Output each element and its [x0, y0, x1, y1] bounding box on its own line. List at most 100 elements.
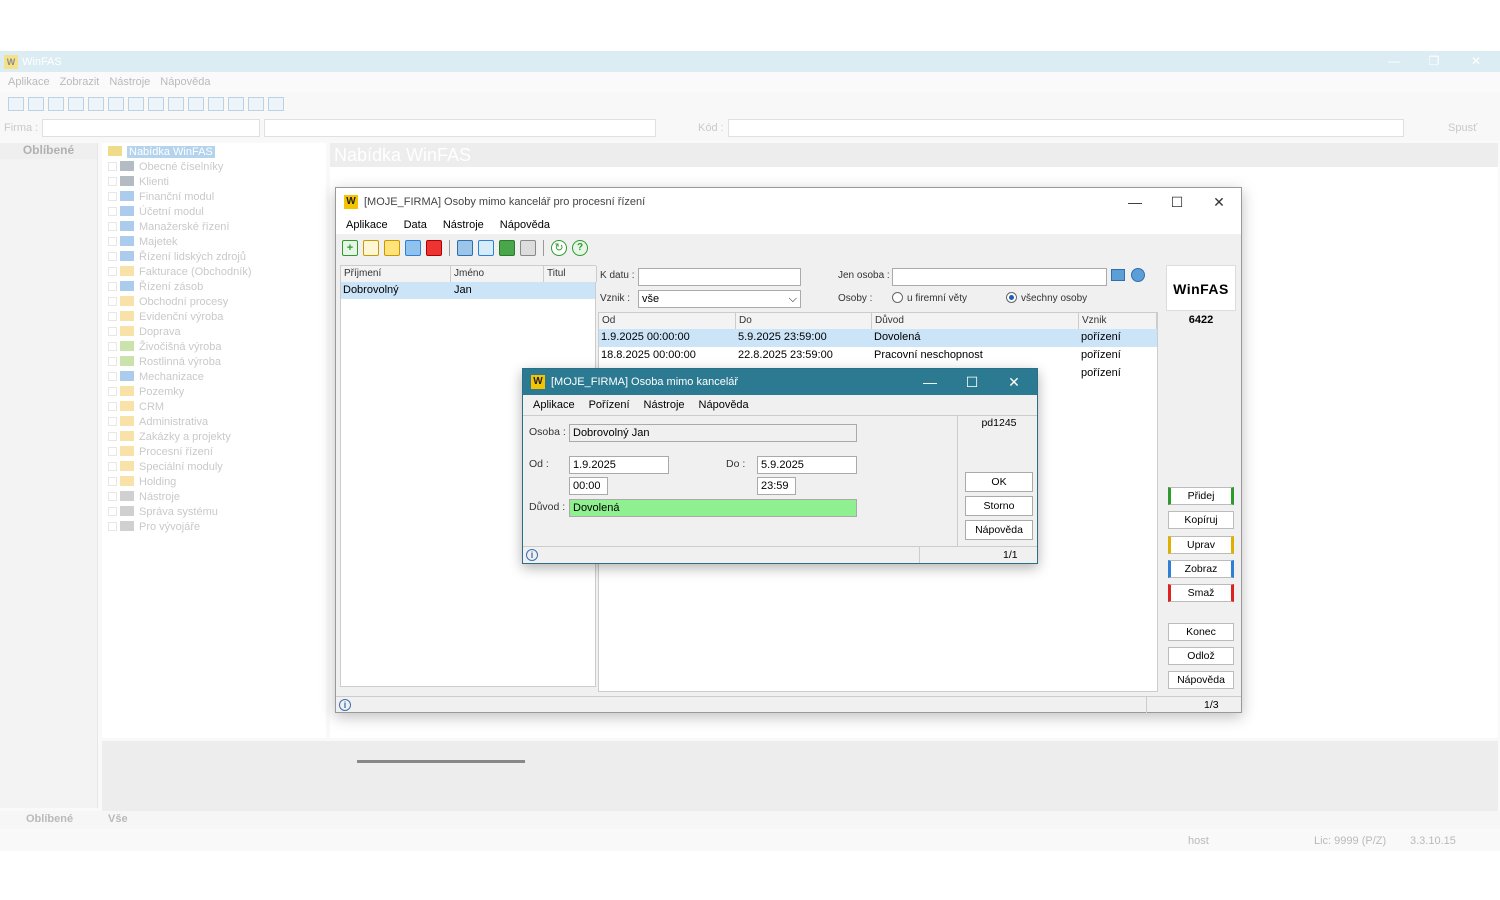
do-date-input[interactable]: 5.9.2025 — [757, 456, 857, 474]
spust-button[interactable]: Spusť — [1448, 122, 1477, 134]
list-icon[interactable] — [168, 97, 184, 111]
tree-item[interactable]: Speciální moduly — [108, 460, 223, 475]
tree-item[interactable]: Správa systému — [108, 505, 218, 520]
tree-item[interactable]: Nástroje — [108, 490, 180, 505]
napoveda-button[interactable]: Nápověda — [965, 520, 1033, 540]
chevron-down-icon[interactable]: ⌵ — [789, 291, 797, 307]
refresh-icon[interactable]: ↻ — [551, 240, 567, 256]
maximize-icon[interactable]: ☐ — [1156, 188, 1198, 216]
konec-button[interactable]: Konec — [1168, 623, 1234, 641]
person-icon[interactable] — [1131, 268, 1145, 282]
column-header-vznik[interactable]: Vznik — [1079, 313, 1157, 329]
table-row[interactable]: Dobrovolný Jan — [341, 282, 595, 299]
delete-icon[interactable] — [426, 240, 442, 256]
restore-icon[interactable]: ❐ — [1414, 51, 1454, 72]
tree-item[interactable]: Živočišná výroba — [108, 340, 222, 355]
expand-icon[interactable] — [108, 207, 117, 216]
column-header-do[interactable]: Do — [736, 313, 872, 329]
tree-item[interactable]: Mechanizace — [108, 370, 204, 385]
view-icon[interactable] — [28, 97, 44, 111]
close-icon[interactable]: ✕ — [1198, 188, 1240, 216]
up-icon[interactable] — [128, 97, 144, 111]
vznik-select[interactable]: vše ⌵ — [638, 290, 801, 308]
minimize-icon[interactable]: — — [1114, 188, 1156, 216]
tree-item[interactable]: Procesní řízení — [108, 445, 213, 460]
minus-icon[interactable] — [208, 97, 224, 111]
tree-item[interactable]: Evidenční výroba — [108, 310, 223, 325]
tree-item[interactable]: Pro vývojáře — [108, 520, 200, 535]
kopiruj-button[interactable]: Kopíruj — [1168, 511, 1234, 529]
expand-icon[interactable] — [108, 162, 117, 171]
tree-item[interactable]: Obchodní procesy — [108, 295, 228, 310]
maximize-icon[interactable]: ☐ — [951, 369, 993, 395]
menu-napoveda[interactable]: Nápověda — [160, 76, 210, 88]
pridej-button[interactable]: Přidej — [1168, 487, 1234, 505]
minimize-icon[interactable]: — — [1374, 51, 1414, 72]
k-datu-input[interactable] — [638, 268, 801, 286]
menu-nastroje[interactable]: Nástroje — [109, 76, 150, 88]
radio-selected-icon[interactable] — [1006, 292, 1017, 303]
table-row[interactable]: 18.8.2025 00:00:00 22.8.2025 23:59:00 Pr… — [599, 347, 1157, 365]
expand-icon[interactable] — [108, 282, 117, 291]
menu-data[interactable]: Data — [404, 219, 427, 231]
osoba-field[interactable]: Dobrovolný Jan — [569, 424, 857, 442]
minimize-icon[interactable]: — — [909, 369, 951, 395]
expand-icon[interactable] — [108, 222, 117, 231]
column-header-duvod[interactable]: Důvod — [872, 313, 1079, 329]
monitor-icon[interactable] — [248, 97, 264, 111]
radio-icon[interactable] — [892, 292, 903, 303]
radio-vsechny-osoby[interactable]: všechny osoby — [1006, 292, 1087, 304]
copy-icon[interactable] — [88, 97, 104, 111]
tree-item[interactable]: Řízení zásob — [108, 280, 203, 295]
expand-icon[interactable] — [108, 267, 117, 276]
napoveda-button[interactable]: Nápověda — [1168, 671, 1234, 689]
expand-icon[interactable] — [108, 522, 117, 531]
tree-item[interactable]: Klienti — [108, 175, 169, 190]
expand-icon[interactable] — [108, 447, 117, 456]
tree-item[interactable]: Holding — [108, 475, 176, 490]
column-header-jmeno[interactable]: Jméno — [451, 266, 544, 282]
tree-item[interactable]: Obecné číselníky — [108, 160, 223, 175]
menu-zobrazit[interactable]: Zobrazit — [60, 76, 100, 88]
tree-item[interactable]: Finanční modul — [108, 190, 214, 205]
tab-vse[interactable]: Vše — [108, 813, 128, 825]
menu-nastroje[interactable]: Nástroje — [443, 219, 484, 231]
close-icon[interactable]: ✕ — [993, 369, 1035, 395]
gear-icon[interactable] — [228, 97, 244, 111]
kod-input[interactable] — [728, 119, 1404, 137]
expand-icon[interactable] — [108, 417, 117, 426]
clipboard-icon[interactable] — [520, 240, 536, 256]
jen-osoba-input[interactable] — [892, 268, 1107, 286]
folder-icon[interactable] — [1111, 269, 1125, 281]
expand-icon[interactable] — [108, 507, 117, 516]
tab-oblibene[interactable]: Oblíbené — [26, 813, 73, 825]
expand-icon[interactable] — [108, 372, 117, 381]
tree-item[interactable]: Zakázky a projekty — [108, 430, 231, 445]
info-icon[interactable]: i — [339, 699, 351, 711]
tree-item[interactable]: Fakturace (Obchodník) — [108, 265, 252, 280]
table-row[interactable]: 1.9.2025 00:00:00 5.9.2025 23:59:00 Dovo… — [599, 329, 1157, 347]
favorites-header[interactable]: Oblíbené — [0, 143, 97, 159]
zobraz-button[interactable]: Zobraz — [1168, 560, 1234, 578]
menu-aplikace[interactable]: Aplikace — [8, 76, 50, 88]
do-time-input[interactable]: 23:59 — [757, 477, 796, 495]
column-header-od[interactable]: Od — [599, 313, 736, 329]
odloz-button[interactable]: Odlož — [1168, 647, 1234, 665]
tree-item[interactable]: Řízení lidských zdrojů — [108, 250, 246, 265]
expand-icon[interactable] — [108, 327, 117, 336]
column-header-titul[interactable]: Titul — [544, 266, 597, 282]
help-icon[interactable]: ? — [572, 240, 588, 256]
od-time-input[interactable]: 00:00 — [569, 477, 608, 495]
tree-item[interactable]: Administrativa — [108, 415, 208, 430]
refresh-icon[interactable] — [108, 97, 124, 111]
expand-icon[interactable] — [108, 387, 117, 396]
uprav-button[interactable]: Uprav — [1168, 536, 1234, 554]
expand-icon[interactable] — [108, 237, 117, 246]
expand-icon[interactable] — [108, 342, 117, 351]
view-icon[interactable] — [48, 97, 64, 111]
menu-aplikace[interactable]: Aplikace — [533, 399, 575, 411]
horizontal-scrollbar[interactable] — [357, 760, 525, 763]
tree-item[interactable]: Doprava — [108, 325, 181, 340]
expand-icon[interactable] — [108, 477, 117, 486]
table-icon[interactable] — [499, 240, 515, 256]
